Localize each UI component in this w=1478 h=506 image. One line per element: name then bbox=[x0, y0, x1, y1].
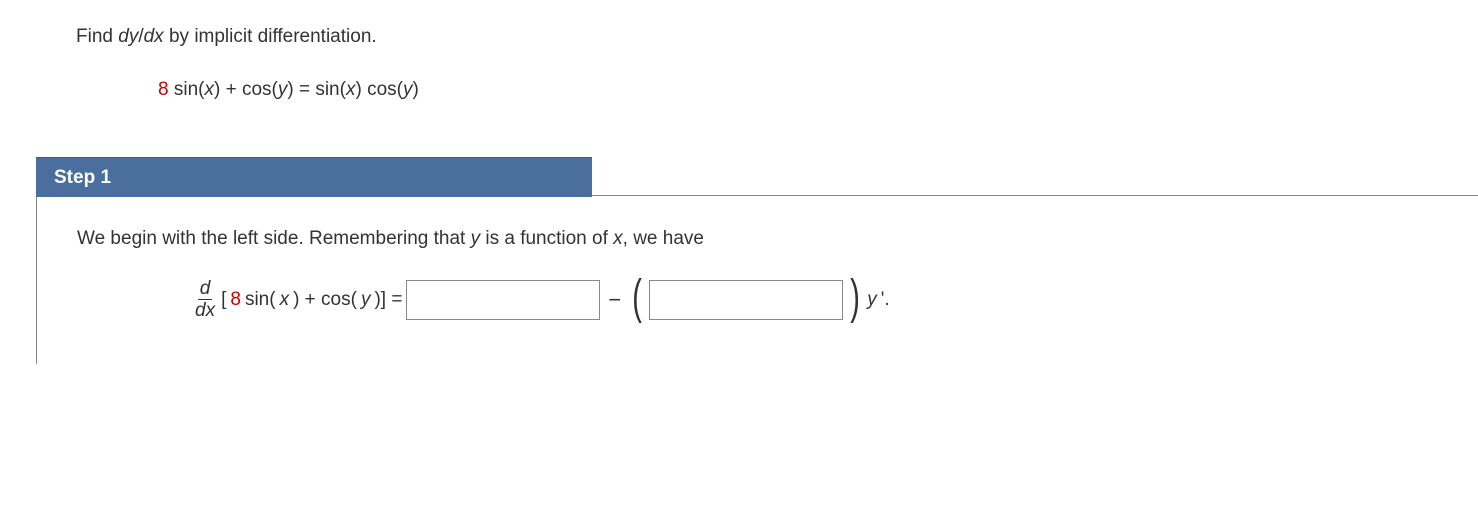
step-header-rule bbox=[592, 194, 1478, 196]
fraction-d-dx: d dx bbox=[193, 279, 217, 320]
eq-text-3: ) = sin( bbox=[287, 79, 346, 100]
prompt-suffix: by implicit differentiation. bbox=[169, 26, 377, 47]
paren-open: ( bbox=[632, 274, 642, 322]
step-text-3: , we have bbox=[623, 228, 704, 249]
y-prime-y: y bbox=[867, 289, 877, 311]
inner-text-2: ) + cos( bbox=[293, 289, 357, 311]
step-text: We begin with the left side. Remembering… bbox=[77, 225, 1438, 254]
step-text-1: We begin with the left side. Remembering… bbox=[77, 228, 471, 249]
inner-y: y bbox=[361, 289, 371, 311]
step-header-row: Step 1 bbox=[0, 157, 1478, 197]
step-text-x: x bbox=[613, 228, 623, 249]
fraction-denominator: dx bbox=[193, 300, 217, 320]
derivative-line: d dx [8 sin(x) + cos(y)] = − ( ) y'. bbox=[77, 276, 1438, 324]
page-root: Find dy/dx by implicit differentiation. … bbox=[0, 0, 1478, 364]
prompt-prefix: Find bbox=[76, 26, 118, 47]
problem-statement: Find dy/dx by implicit differentiation. … bbox=[0, 24, 1478, 147]
inner-text-3: )] = bbox=[374, 289, 402, 311]
step-text-2: is a function of bbox=[480, 228, 613, 249]
eq-text-5: ) bbox=[412, 79, 418, 100]
bracket-open: [ bbox=[221, 289, 226, 311]
eq-text-1: sin( bbox=[169, 79, 205, 100]
paren-close: ) bbox=[850, 274, 860, 322]
step-text-y: y bbox=[471, 228, 481, 249]
problem-prompt: Find dy/dx by implicit differentiation. bbox=[76, 24, 1438, 51]
inner-x: x bbox=[280, 289, 290, 311]
eq-y-1: y bbox=[278, 79, 288, 100]
coefficient: 8 bbox=[158, 79, 169, 100]
step-header: Step 1 bbox=[36, 157, 592, 197]
inner-text-1: sin( bbox=[245, 289, 276, 311]
eq-text-2: ) + cos( bbox=[214, 79, 278, 100]
answer-input-2[interactable] bbox=[649, 280, 843, 320]
minus-sign: − bbox=[604, 287, 625, 313]
inner-coefficient: 8 bbox=[230, 289, 241, 311]
prompt-dy: dy bbox=[118, 26, 138, 47]
fraction-numerator: d bbox=[198, 279, 213, 300]
step-body: We begin with the left side. Remembering… bbox=[36, 197, 1478, 364]
eq-x-1: x bbox=[204, 79, 214, 100]
eq-text-4: ) cos( bbox=[355, 79, 403, 100]
y-prime-mark: '. bbox=[881, 289, 890, 311]
answer-input-1[interactable] bbox=[406, 280, 600, 320]
problem-equation: 8 sin(x) + cos(y) = sin(x) cos(y) bbox=[76, 77, 1438, 104]
prompt-dx: dx bbox=[144, 26, 169, 47]
